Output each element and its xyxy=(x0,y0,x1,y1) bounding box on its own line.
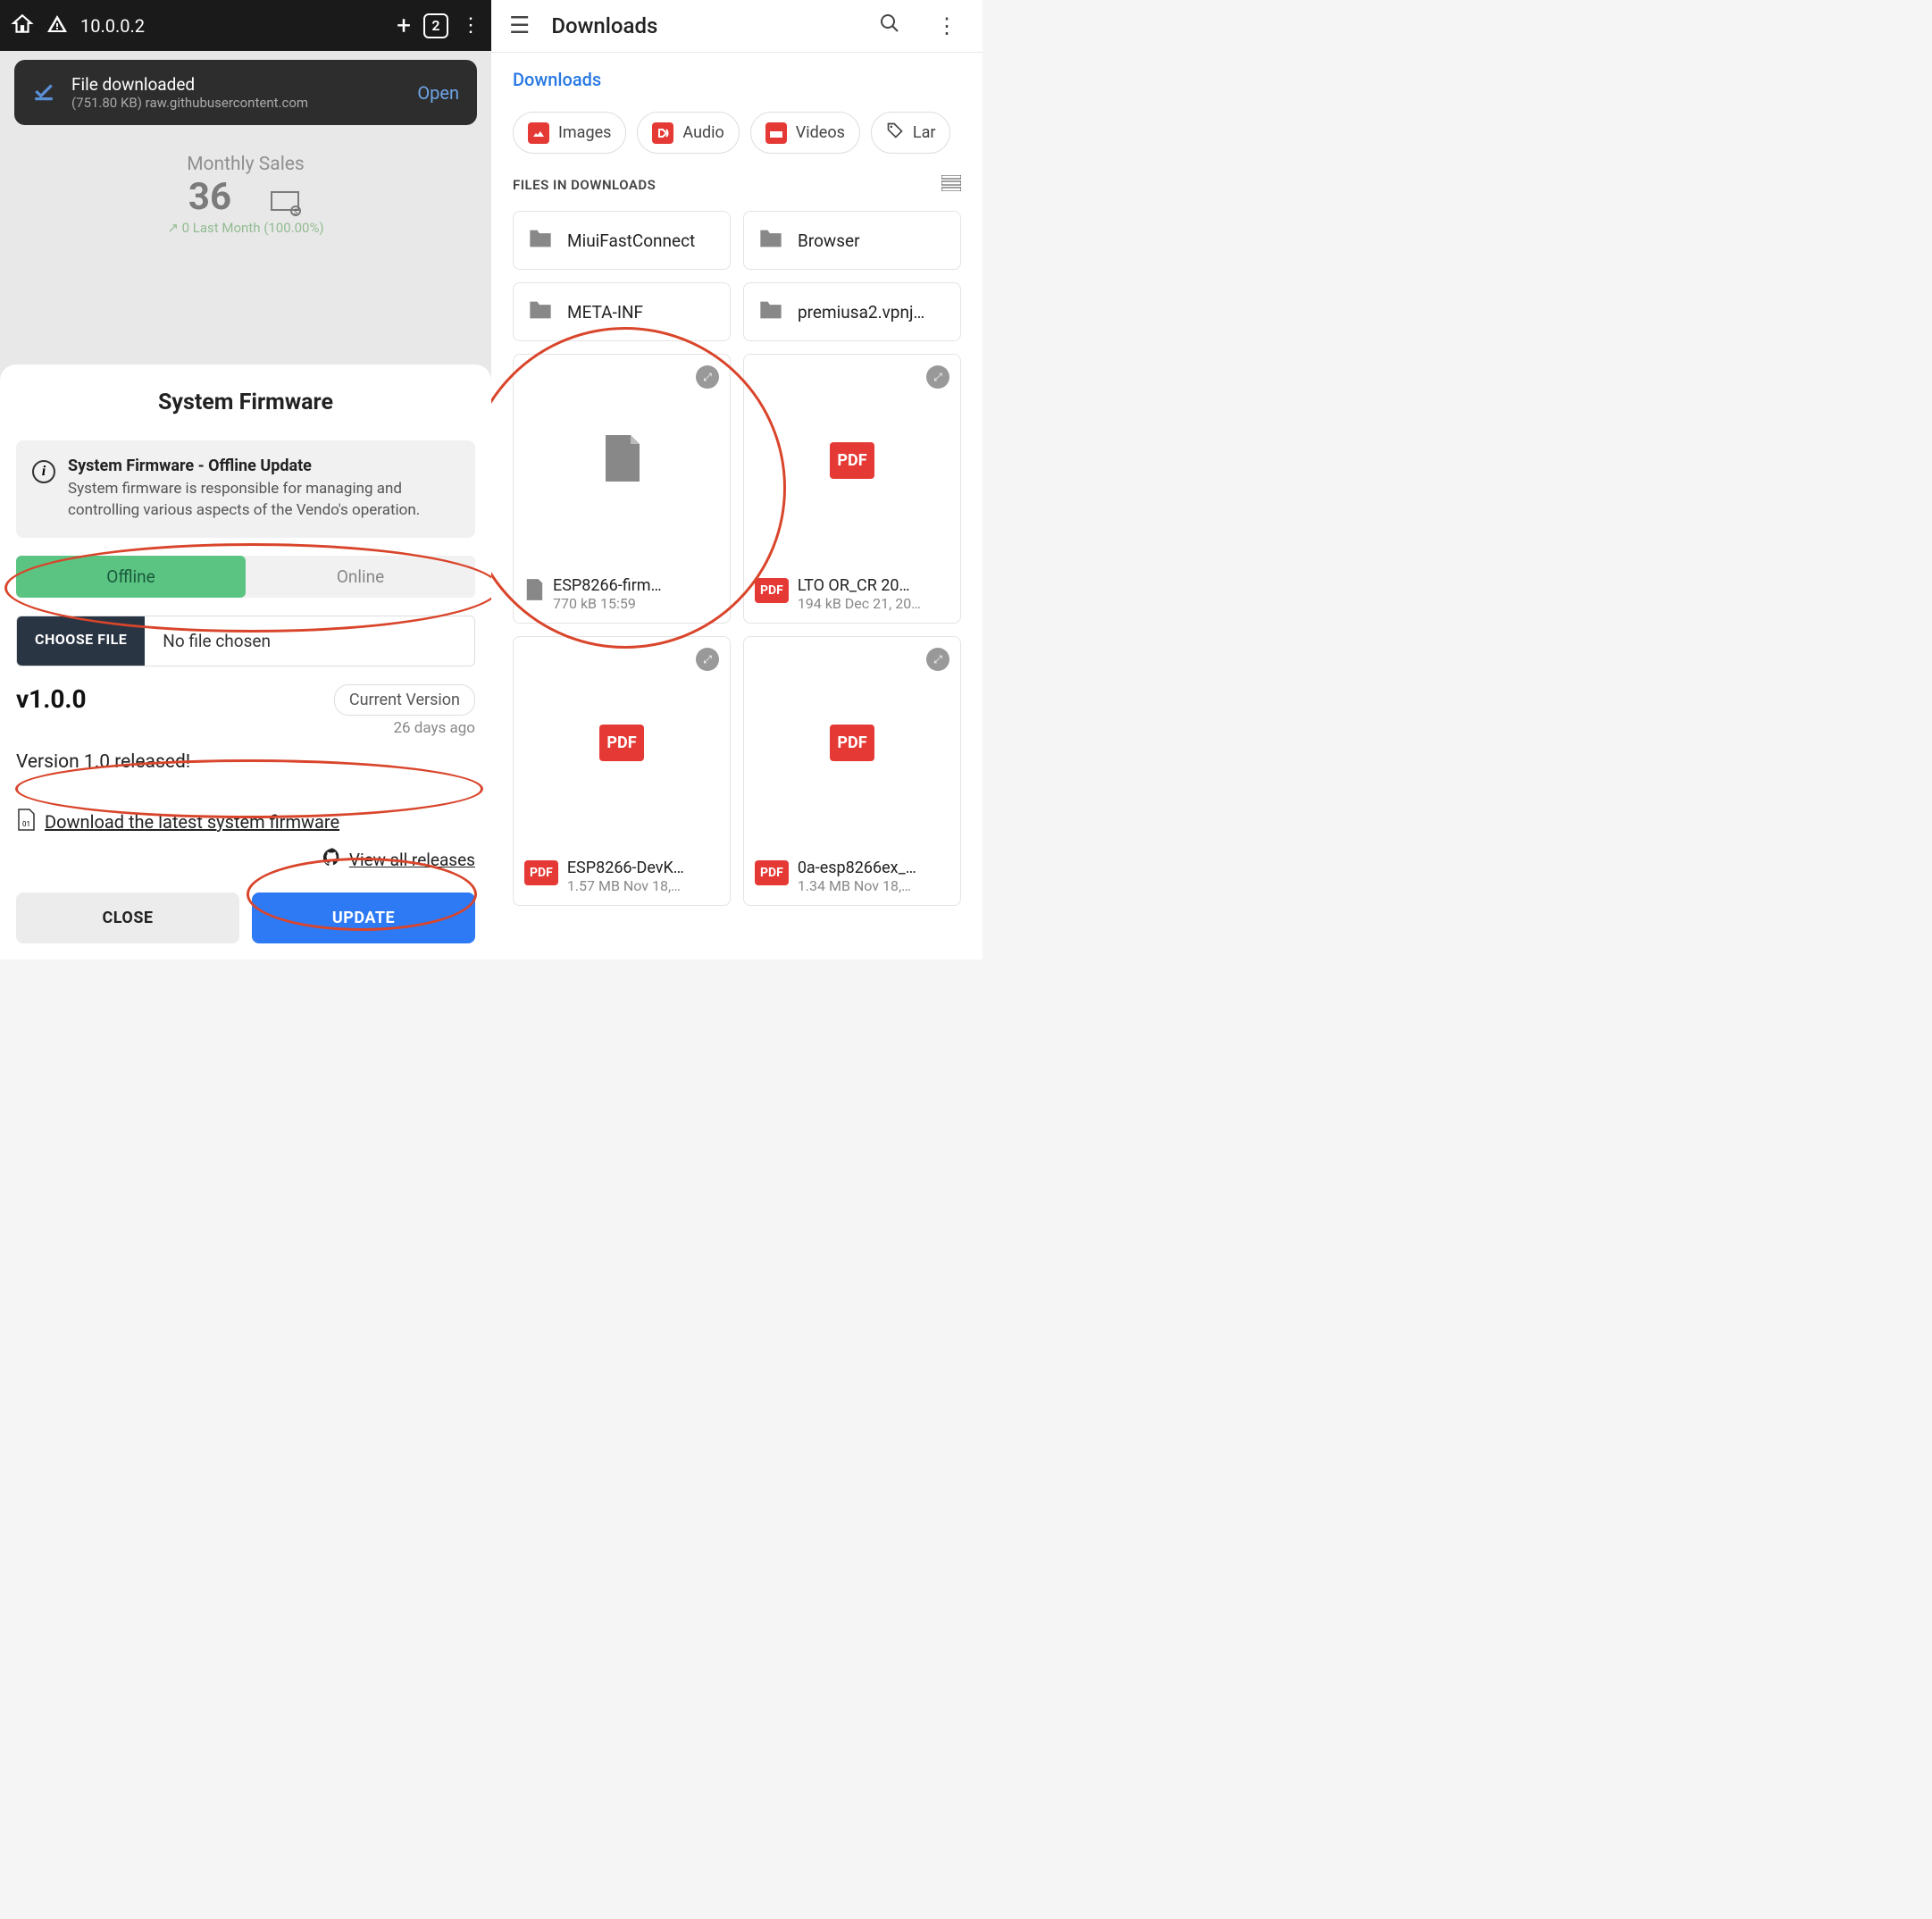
checkmark-icon xyxy=(32,80,55,106)
pdf-icon: PDF xyxy=(830,442,874,479)
file-chosen-label: No file chosen xyxy=(145,616,474,666)
dashboard-card: Monthly Sales 36 $ ↗ 0 Last Month (100.0… xyxy=(14,138,477,252)
info-body: System firmware is responsible for manag… xyxy=(68,479,459,522)
choose-file-button[interactable]: CHOOSE FILE xyxy=(17,616,145,666)
svg-text:01: 01 xyxy=(22,820,30,828)
tab-online[interactable]: Online xyxy=(246,556,475,598)
money-icon: $ xyxy=(271,191,303,220)
close-button[interactable]: CLOSE xyxy=(16,892,239,943)
update-button[interactable]: UPDATE xyxy=(252,892,475,943)
tag-icon xyxy=(886,122,904,144)
folder-icon xyxy=(758,228,783,253)
more-icon[interactable]: ⋮ xyxy=(929,13,965,38)
folder-item[interactable]: MiuiFastConnect xyxy=(513,211,731,270)
folder-icon xyxy=(758,299,783,324)
pdf-icon: PDF xyxy=(599,725,643,761)
card-title: Monthly Sales xyxy=(30,154,461,175)
file-item[interactable]: ⤢ PDF PDF0a-esp8266ex_…1.34 MB Nov 18,… xyxy=(743,636,961,906)
info-icon: i xyxy=(32,460,55,483)
insecure-icon[interactable] xyxy=(46,13,68,38)
browser-menu-icon[interactable]: ⋮ xyxy=(461,14,481,37)
binary-file-icon: 01 xyxy=(16,809,36,835)
firmware-modal: System Firmware i System Firmware - Offl… xyxy=(0,365,491,960)
card-value: 36 xyxy=(188,175,231,219)
folder-icon xyxy=(528,299,553,324)
github-icon xyxy=(322,848,342,871)
fm-header: ☰ Downloads ⋮ xyxy=(491,0,983,52)
expand-icon[interactable]: ⤢ xyxy=(696,648,719,671)
info-box: i System Firmware - Offline Update Syste… xyxy=(16,440,475,538)
card-meta: ↗ 0 Last Month (100.00%) xyxy=(30,220,461,236)
filter-chips: Images Audio Videos Lar xyxy=(491,112,983,175)
folder-item[interactable]: premiusa2.vpnj… xyxy=(743,282,961,341)
expand-icon[interactable]: ⤢ xyxy=(696,365,719,389)
toast-subtitle: (751.80 KB) raw.githubusercontent.com xyxy=(71,95,401,111)
file-icon xyxy=(600,433,643,487)
pdf-icon: PDF xyxy=(524,860,558,885)
folder-item[interactable]: Browser xyxy=(743,211,961,270)
browser-toolbar: 10.0.0.2 + 2 ⋮ xyxy=(0,0,491,51)
pdf-icon: PDF xyxy=(755,578,789,603)
url-bar[interactable]: 10.0.0.2 xyxy=(80,15,384,37)
section-label: FILES IN DOWNLOADS xyxy=(513,177,656,193)
toast-open-button[interactable]: Open xyxy=(417,82,459,104)
release-note: Version 1.0 released! xyxy=(16,751,475,773)
view-toggle-icon[interactable] xyxy=(941,175,961,195)
chip-videos[interactable]: Videos xyxy=(750,112,860,154)
download-toast: File downloaded (751.80 KB) raw.githubus… xyxy=(14,60,477,125)
download-firmware-link[interactable]: Download the latest system firmware xyxy=(45,811,475,833)
home-icon[interactable] xyxy=(11,13,34,39)
info-title: System Firmware - Offline Update xyxy=(68,457,459,475)
version-age: 26 days ago xyxy=(16,719,475,737)
chip-large[interactable]: Lar xyxy=(871,112,951,154)
expand-icon[interactable]: ⤢ xyxy=(926,365,949,389)
hamburger-icon[interactable]: ☰ xyxy=(509,13,530,39)
pdf-icon: PDF xyxy=(755,860,789,885)
file-item[interactable]: ⤢ PDF PDFESP8266-DevK…1.57 MB Nov 18,… xyxy=(513,636,731,906)
version-label: v1.0.0 xyxy=(16,684,87,714)
mode-tabs: Offline Online xyxy=(16,556,475,598)
file-icon xyxy=(524,578,544,605)
pdf-icon: PDF xyxy=(830,725,874,761)
folder-item[interactable]: META-INF xyxy=(513,282,731,341)
modal-title: System Firmware xyxy=(16,390,475,415)
expand-icon[interactable]: ⤢ xyxy=(926,648,949,671)
chip-audio[interactable]: Audio xyxy=(637,112,739,154)
chip-images[interactable]: Images xyxy=(513,112,626,154)
file-picker[interactable]: CHOOSE FILE No file chosen xyxy=(16,616,475,666)
fm-title: Downloads xyxy=(551,13,850,38)
breadcrumb[interactable]: Downloads xyxy=(491,69,983,90)
tab-switcher[interactable]: 2 xyxy=(423,13,448,38)
search-icon[interactable] xyxy=(872,13,907,39)
view-releases-link[interactable]: View all releases xyxy=(349,850,475,870)
browser-panel: 10.0.0.2 + 2 ⋮ File downloaded (751.80 K… xyxy=(0,0,491,960)
new-tab-icon[interactable]: + xyxy=(397,11,411,40)
svg-text:$: $ xyxy=(294,208,298,216)
file-item[interactable]: ⤢ PDF PDFLTO OR_CR 20…194 kB Dec 21, 20… xyxy=(743,354,961,624)
tab-offline[interactable]: Offline xyxy=(16,556,246,598)
toast-title: File downloaded xyxy=(71,74,401,95)
folder-icon xyxy=(528,228,553,253)
file-manager-panel: ☰ Downloads ⋮ Downloads Images Audio Vid… xyxy=(491,0,983,960)
file-item[interactable]: ⤢ ESP8266-firm…770 kB 15:59 xyxy=(513,354,731,624)
current-version-badge: Current Version xyxy=(334,684,475,716)
